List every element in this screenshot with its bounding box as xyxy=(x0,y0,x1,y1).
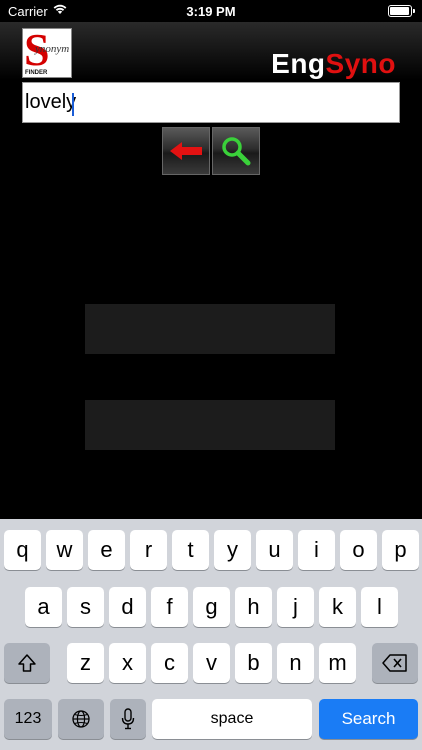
result-panel-2 xyxy=(85,400,335,450)
result-panel-1 xyxy=(85,304,335,354)
back-button[interactable] xyxy=(162,127,210,175)
key-t[interactable]: t xyxy=(172,530,209,570)
key-f[interactable]: f xyxy=(151,587,188,627)
space-key[interactable]: space xyxy=(152,699,312,739)
logo-subtext: FINDER xyxy=(25,70,48,76)
key-k[interactable]: k xyxy=(319,587,356,627)
backspace-key[interactable] xyxy=(372,643,418,683)
key-h[interactable]: h xyxy=(235,587,272,627)
key-n[interactable]: n xyxy=(277,643,314,683)
app-header: S ynonym FINDER EngSyno xyxy=(0,22,422,80)
brand-title: EngSyno xyxy=(271,48,396,80)
logo-text: ynonym xyxy=(35,43,70,55)
key-d[interactable]: d xyxy=(109,587,146,627)
key-p[interactable]: p xyxy=(382,530,419,570)
battery-icon xyxy=(388,5,415,17)
key-s[interactable]: s xyxy=(67,587,104,627)
clock: 3:19 PM xyxy=(186,4,236,19)
globe-key[interactable] xyxy=(58,699,104,739)
text-caret xyxy=(72,93,74,116)
status-bar: Carrier 3:19 PM xyxy=(0,0,422,22)
key-g[interactable]: g xyxy=(193,587,230,627)
microphone-icon xyxy=(121,708,135,730)
key-a[interactable]: a xyxy=(25,587,62,627)
key-x[interactable]: x xyxy=(109,643,146,683)
dictation-key[interactable] xyxy=(110,699,146,739)
brand-title-left: Eng xyxy=(271,48,326,79)
key-u[interactable]: u xyxy=(256,530,293,570)
key-o[interactable]: o xyxy=(340,530,377,570)
key-e[interactable]: e xyxy=(88,530,125,570)
key-y[interactable]: y xyxy=(214,530,251,570)
key-z[interactable]: z xyxy=(67,643,104,683)
key-i[interactable]: i xyxy=(298,530,335,570)
key-r[interactable]: r xyxy=(130,530,167,570)
key-l[interactable]: l xyxy=(361,587,398,627)
globe-icon xyxy=(72,710,90,728)
key-v[interactable]: v xyxy=(193,643,230,683)
search-input[interactable] xyxy=(23,83,399,122)
key-q[interactable]: q xyxy=(4,530,41,570)
brand-title-right: Syno xyxy=(325,48,396,79)
backspace-icon xyxy=(382,654,407,672)
key-b[interactable]: b xyxy=(235,643,272,683)
key-w[interactable]: w xyxy=(46,530,83,570)
onscreen-keyboard: q w e r t y u i o p a s d f g h j k l z … xyxy=(0,519,422,750)
numbers-key[interactable]: 123 xyxy=(4,699,52,739)
app-logo: S ynonym FINDER xyxy=(22,28,72,78)
key-j[interactable]: j xyxy=(277,587,314,627)
key-c[interactable]: c xyxy=(151,643,188,683)
magnifier-icon xyxy=(222,137,251,166)
search-key[interactable]: Search xyxy=(319,699,418,739)
back-arrow-icon xyxy=(170,142,202,160)
key-m[interactable]: m xyxy=(319,643,356,683)
shift-key[interactable] xyxy=(4,643,50,683)
search-field[interactable] xyxy=(22,82,400,123)
search-button[interactable] xyxy=(212,127,260,175)
shift-icon xyxy=(18,654,36,672)
